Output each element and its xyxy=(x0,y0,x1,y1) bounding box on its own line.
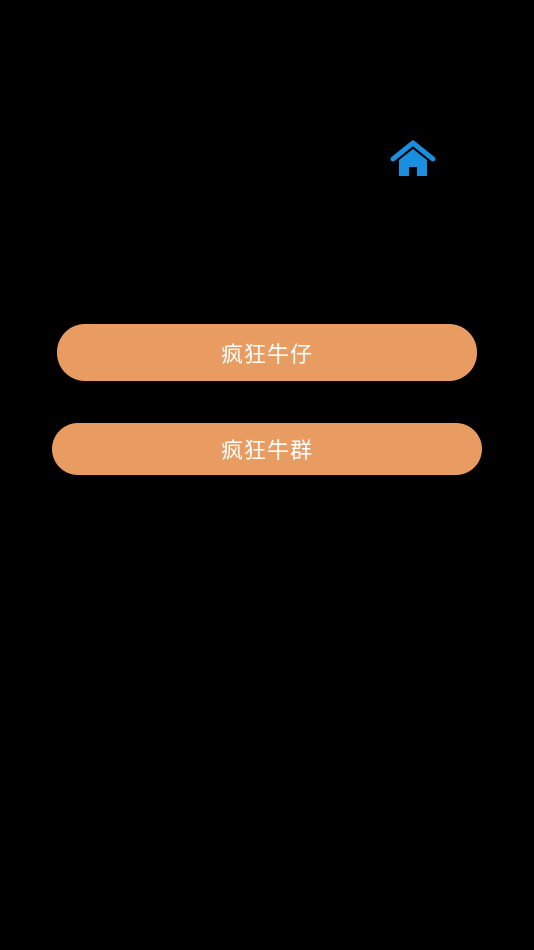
crazy-herd-label: 疯狂牛群 xyxy=(220,439,313,464)
crazy-cowboy-button[interactable]: 疯狂牛仔 xyxy=(57,324,477,381)
crazy-herd-button[interactable]: 疯狂牛群 xyxy=(52,423,482,475)
home-button[interactable] xyxy=(389,139,437,179)
crazy-cowboy-label: 疯狂牛仔 xyxy=(220,342,313,368)
home-icon xyxy=(390,140,436,176)
app-screen: 疯狂牛仔 疯狂牛群 xyxy=(0,0,534,950)
